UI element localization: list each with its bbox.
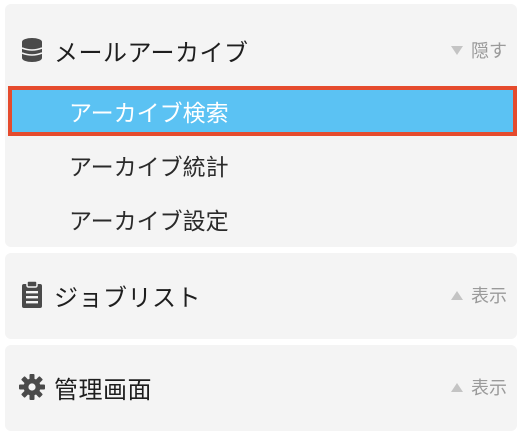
mail-archive-header[interactable]: メールアーカイブ 隠す xyxy=(5,28,517,72)
mail-archive-panel: メールアーカイブ 隠す アーカイブ検索 アーカイブ統計 アーカイブ設定 xyxy=(5,4,517,247)
database-icon xyxy=(18,36,46,64)
collapse-arrow-icon xyxy=(451,45,463,55)
menu-item-archive-search[interactable]: アーカイブ検索 xyxy=(8,86,517,136)
menu-item-archive-settings[interactable]: アーカイブ設定 xyxy=(5,194,517,244)
gear-icon xyxy=(18,373,46,401)
mail-archive-title: メールアーカイブ xyxy=(54,38,249,67)
sidebar-root: メールアーカイブ 隠す アーカイブ検索 アーカイブ統計 アーカイブ設定 ジョブリ… xyxy=(0,0,522,434)
expand-arrow-icon xyxy=(451,382,463,392)
menu-item-label: アーカイブ設定 xyxy=(69,209,229,235)
expand-arrow-icon xyxy=(451,290,463,300)
job-list-toggle-label: 表示 xyxy=(471,286,507,307)
admin-panel: 管理画面 表示 xyxy=(5,345,517,431)
mail-archive-toggle-label: 隠す xyxy=(471,41,507,62)
archive-menu-list: アーカイブ検索 アーカイブ統計 アーカイブ設定 xyxy=(5,86,517,248)
job-list-panel: ジョブリスト 表示 xyxy=(5,253,517,339)
menu-item-archive-stats[interactable]: アーカイブ統計 xyxy=(5,140,517,190)
admin-toggle-label: 表示 xyxy=(471,378,507,399)
job-list-header[interactable]: ジョブリスト 表示 xyxy=(5,273,517,317)
menu-item-label: アーカイブ検索 xyxy=(69,101,229,127)
clipboard-list-icon xyxy=(18,281,46,309)
mail-archive-toggle[interactable]: 隠す xyxy=(451,37,507,63)
job-list-title: ジョブリスト xyxy=(54,283,201,312)
admin-toggle[interactable]: 表示 xyxy=(451,374,507,400)
menu-item-label: アーカイブ統計 xyxy=(69,155,229,181)
job-list-toggle[interactable]: 表示 xyxy=(451,282,507,308)
admin-header[interactable]: 管理画面 表示 xyxy=(5,365,517,409)
admin-title: 管理画面 xyxy=(54,375,152,404)
